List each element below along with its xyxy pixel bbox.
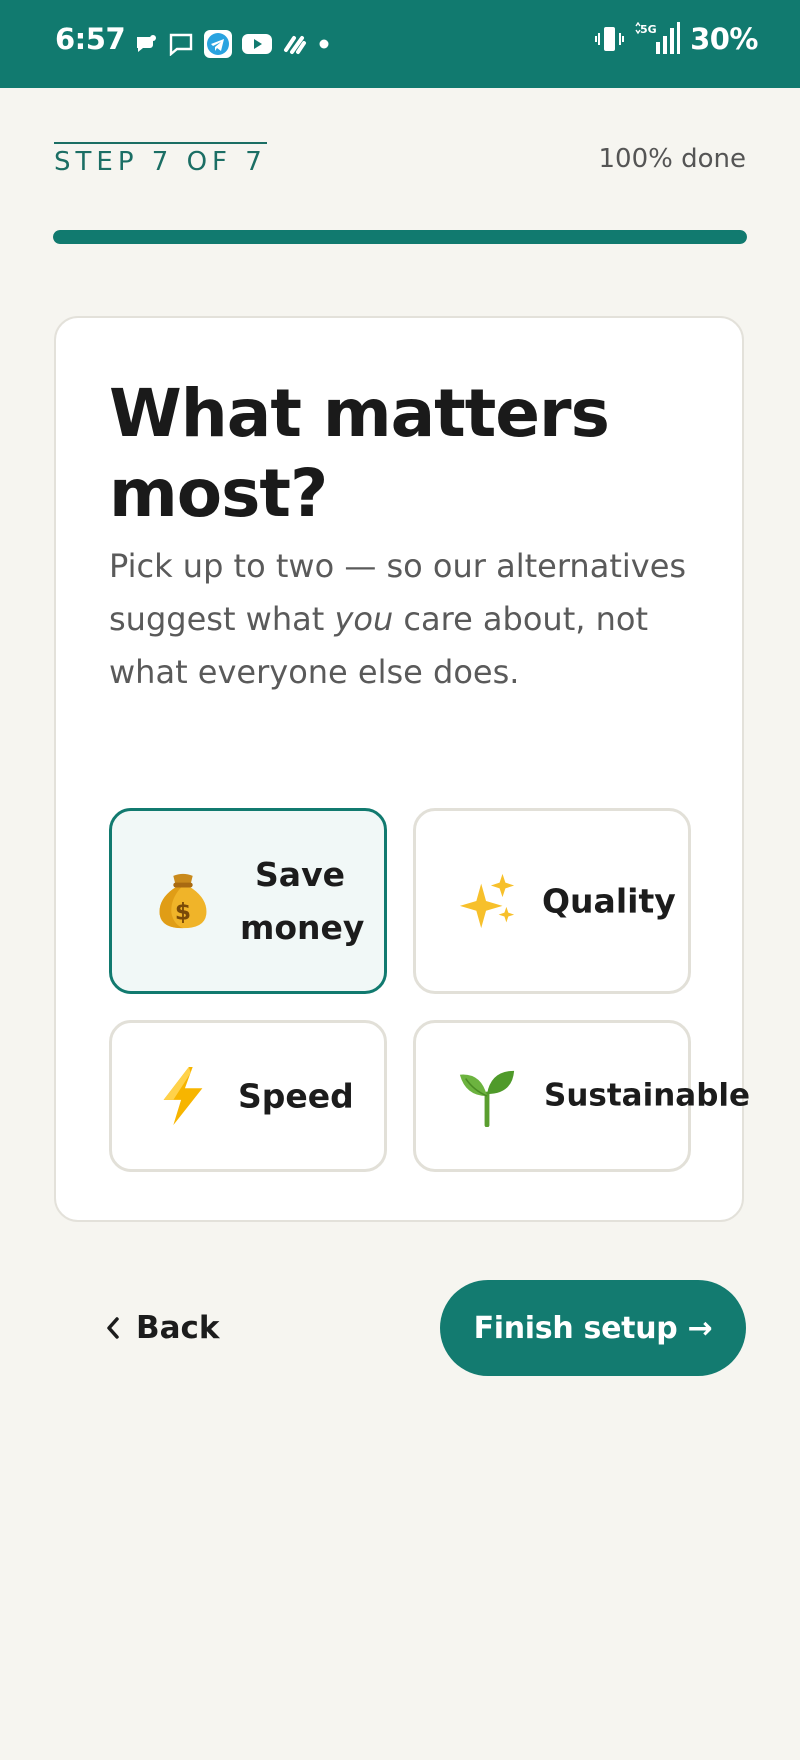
progress-fill — [53, 230, 747, 244]
option-label: Save money — [240, 855, 365, 947]
back-label: Back — [136, 1310, 220, 1346]
notification-icons — [134, 30, 330, 58]
finish-setup-button[interactable]: Finish setup → — [440, 1280, 746, 1376]
page-title: What matters most? — [109, 375, 610, 532]
telegram-icon — [204, 30, 232, 58]
option-label: Sustainable — [544, 1077, 751, 1114]
message-icon — [169, 33, 193, 56]
progress-text: 100% done — [598, 144, 746, 174]
status-bar: 6:57 5G 30% — [0, 0, 800, 88]
priority-options: $ Save money Quality Speed Sustainable — [109, 808, 750, 1172]
youtube-icon — [242, 34, 272, 54]
battery-level: 30% — [690, 22, 758, 56]
lightning-icon — [152, 1065, 214, 1127]
step-indicator: STEP 7 OF 7 — [54, 142, 267, 177]
more-notifications-icon — [319, 39, 329, 49]
signal-5g-icon: 5G — [635, 22, 681, 54]
svg-text:$: $ — [175, 898, 191, 925]
option-label: Quality — [542, 881, 676, 921]
subtitle-emphasis: you — [334, 600, 394, 638]
app-icon — [284, 36, 306, 54]
chevron-left-icon — [107, 1317, 119, 1339]
money-bag-icon: $ — [152, 870, 214, 932]
status-time: 6:57 — [55, 22, 126, 56]
sparkles-icon — [456, 870, 518, 932]
system-icons: 5G 30% — [594, 22, 758, 56]
option-label: Speed — [238, 1076, 354, 1116]
progress-bar — [53, 230, 747, 244]
seedling-icon — [456, 1065, 518, 1127]
svg-text:5G: 5G — [640, 23, 657, 36]
back-button[interactable]: Back — [104, 1304, 220, 1352]
option-sustainable[interactable]: Sustainable — [413, 1020, 750, 1172]
chat-bubble-icon — [137, 35, 156, 52]
vibrate-icon — [595, 27, 625, 51]
page-subtitle: Pick up to two — so our alternatives sug… — [109, 540, 689, 699]
option-speed[interactable]: Speed — [109, 1020, 387, 1172]
option-quality[interactable]: Quality — [413, 808, 691, 994]
option-save-money[interactable]: $ Save money — [109, 808, 387, 994]
priorities-card: What matters most? Pick up to two — so o… — [54, 316, 750, 1222]
